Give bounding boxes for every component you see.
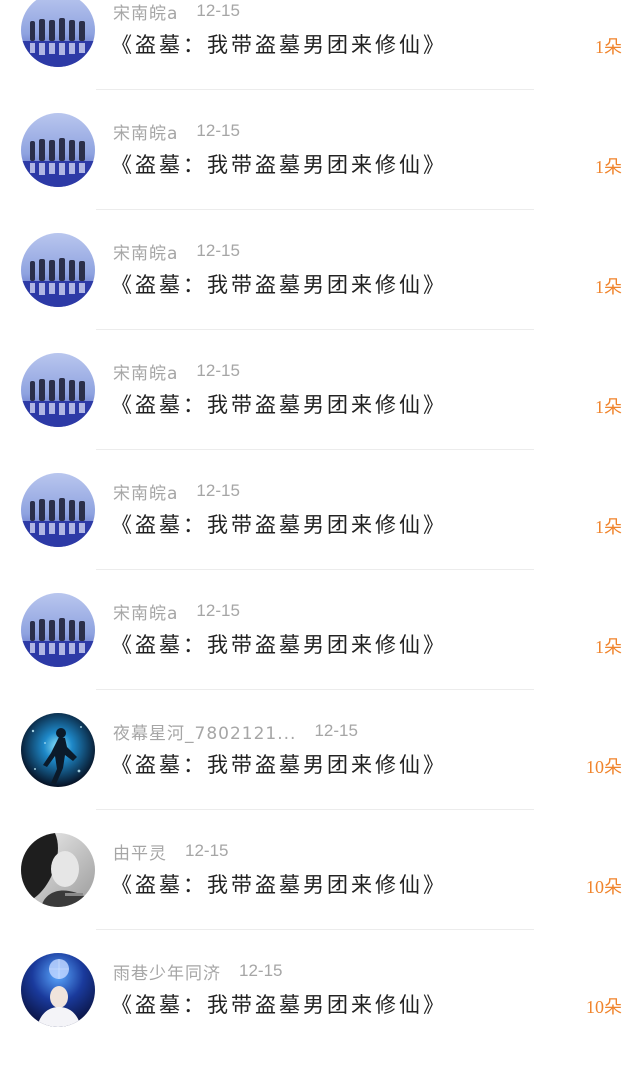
item-date: 12-15 xyxy=(196,1,240,20)
item-meta: 宋南皖a 12-15 xyxy=(113,357,240,385)
item-date: 12-15 xyxy=(314,721,358,740)
user-name[interactable]: 宋南皖a xyxy=(113,239,178,264)
book-title[interactable]: 《盗墓：我带盗墓男团来修仙》 xyxy=(111,629,447,659)
divider xyxy=(96,329,534,330)
item-date: 12-15 xyxy=(185,841,229,860)
user-name[interactable]: 宋南皖a xyxy=(113,599,178,624)
gift-amount: 1朵 xyxy=(595,397,622,417)
list-item[interactable]: 夜幕星河_7802121... 12-15 《盗墓：我带盗墓男团来修仙》 10朵 xyxy=(0,713,640,833)
divider xyxy=(96,569,534,570)
user-avatar[interactable] xyxy=(21,0,95,67)
gift-amount: 1朵 xyxy=(595,637,622,657)
user-avatar[interactable] xyxy=(21,233,95,307)
list-item[interactable]: 雨巷少年同济 12-15 《盗墓：我带盗墓男团来修仙》 10朵 xyxy=(0,953,640,1073)
user-avatar[interactable] xyxy=(21,713,95,787)
group-silhouette-avatar-icon xyxy=(21,353,95,427)
user-avatar[interactable] xyxy=(21,833,95,907)
item-date: 12-15 xyxy=(196,121,240,140)
user-avatar[interactable] xyxy=(21,953,95,1027)
book-title[interactable]: 《盗墓：我带盗墓男团来修仙》 xyxy=(111,869,447,899)
item-meta: 由平灵 12-15 xyxy=(113,837,228,865)
disco-portrait-avatar-icon xyxy=(21,953,95,1027)
gift-amount: 10朵 xyxy=(586,757,622,777)
grayscale-portrait-avatar-icon xyxy=(21,833,95,907)
list-item[interactable]: 宋南皖a 12-15 《盗墓：我带盗墓男团来修仙》 1朵 xyxy=(0,353,640,473)
list-item[interactable]: 宋南皖a 12-15 《盗墓：我带盗墓男团来修仙》 1朵 xyxy=(0,233,640,353)
item-meta: 夜幕星河_7802121... 12-15 xyxy=(113,717,358,745)
gift-amount: 1朵 xyxy=(595,277,622,297)
book-title[interactable]: 《盗墓：我带盗墓男团来修仙》 xyxy=(111,149,447,179)
item-meta: 宋南皖a 12-15 xyxy=(113,117,240,145)
user-name[interactable]: 雨巷少年同济 xyxy=(113,959,221,984)
group-silhouette-avatar-icon xyxy=(21,0,95,67)
list-item[interactable]: 宋南皖a 12-15 《盗墓：我带盗墓男团来修仙》 1朵 xyxy=(0,593,640,713)
gift-record-list: 宋南皖a 12-15 《盗墓：我带盗墓男团来修仙》 1朵 宋南皖a 12-15 … xyxy=(0,0,640,1073)
gift-amount: 10朵 xyxy=(586,877,622,897)
book-title[interactable]: 《盗墓：我带盗墓男团来修仙》 xyxy=(111,989,447,1019)
item-meta: 宋南皖a 12-15 xyxy=(113,597,240,625)
item-meta: 宋南皖a 12-15 xyxy=(113,237,240,265)
divider xyxy=(96,689,534,690)
user-name[interactable]: 宋南皖a xyxy=(113,119,178,144)
book-title[interactable]: 《盗墓：我带盗墓男团来修仙》 xyxy=(111,269,447,299)
book-title[interactable]: 《盗墓：我带盗墓男团来修仙》 xyxy=(111,749,447,779)
user-avatar[interactable] xyxy=(21,353,95,427)
divider xyxy=(96,209,534,210)
gift-amount: 1朵 xyxy=(595,517,622,537)
book-title[interactable]: 《盗墓：我带盗墓男团来修仙》 xyxy=(111,509,447,539)
item-date: 12-15 xyxy=(196,481,240,500)
item-meta: 宋南皖a 12-15 xyxy=(113,477,240,505)
group-silhouette-avatar-icon xyxy=(21,473,95,547)
item-date: 12-15 xyxy=(196,601,240,620)
divider xyxy=(96,929,534,930)
item-date: 12-15 xyxy=(196,241,240,260)
divider xyxy=(96,449,534,450)
user-name[interactable]: 夜幕星河_7802121... xyxy=(113,719,296,744)
gift-amount: 1朵 xyxy=(595,37,622,57)
gift-amount: 10朵 xyxy=(586,997,622,1017)
item-date: 12-15 xyxy=(196,361,240,380)
divider xyxy=(96,809,534,810)
user-avatar[interactable] xyxy=(21,473,95,547)
item-date: 12-15 xyxy=(239,961,283,980)
user-name[interactable]: 宋南皖a xyxy=(113,359,178,384)
user-name[interactable]: 由平灵 xyxy=(113,839,167,864)
blue-figure-avatar-icon xyxy=(21,713,95,787)
book-title[interactable]: 《盗墓：我带盗墓男团来修仙》 xyxy=(111,29,447,59)
book-title[interactable]: 《盗墓：我带盗墓男团来修仙》 xyxy=(111,389,447,419)
item-meta: 宋南皖a 12-15 xyxy=(113,0,240,25)
list-item[interactable]: 由平灵 12-15 《盗墓：我带盗墓男团来修仙》 10朵 xyxy=(0,833,640,953)
gift-amount: 1朵 xyxy=(595,157,622,177)
item-meta: 雨巷少年同济 12-15 xyxy=(113,957,282,985)
user-avatar[interactable] xyxy=(21,113,95,187)
user-avatar[interactable] xyxy=(21,593,95,667)
divider xyxy=(96,89,534,90)
list-item[interactable]: 宋南皖a 12-15 《盗墓：我带盗墓男团来修仙》 1朵 xyxy=(0,0,640,113)
group-silhouette-avatar-icon xyxy=(21,233,95,307)
group-silhouette-avatar-icon xyxy=(21,593,95,667)
user-name[interactable]: 宋南皖a xyxy=(113,0,178,24)
group-silhouette-avatar-icon xyxy=(21,113,95,187)
user-name[interactable]: 宋南皖a xyxy=(113,479,178,504)
list-item[interactable]: 宋南皖a 12-15 《盗墓：我带盗墓男团来修仙》 1朵 xyxy=(0,473,640,593)
list-item[interactable]: 宋南皖a 12-15 《盗墓：我带盗墓男团来修仙》 1朵 xyxy=(0,113,640,233)
